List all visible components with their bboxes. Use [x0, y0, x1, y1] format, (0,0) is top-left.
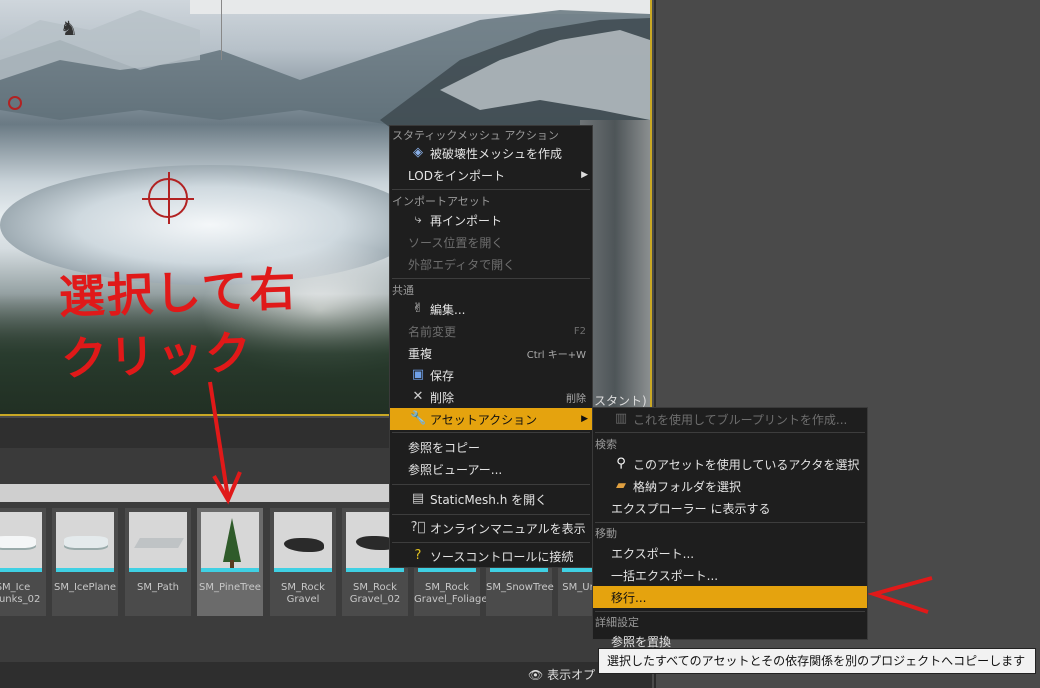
asset-thumbnail: [129, 512, 187, 568]
menu-item-online-manual[interactable]: ?⃝ オンラインマニュアルを表示: [390, 517, 592, 539]
asset-label: SM_Path: [137, 582, 179, 593]
divider: [392, 542, 590, 543]
asset-thumbnail: [201, 512, 259, 568]
asset-actions-submenu[interactable]: ▥ これを使用してブループリントを作成... 検索 ⚲ このアセットを使用してい…: [592, 407, 868, 649]
asset-tile[interactable]: SM_Path: [125, 508, 191, 616]
menu-item-asset-actions[interactable]: 🔧 アセットアクション ▶: [390, 408, 592, 430]
search-icon: ⚲: [616, 456, 626, 471]
submenu-arrow-icon: ▶: [581, 170, 588, 180]
asset-tile[interactable]: SM_Ice Chunks_02: [0, 508, 46, 616]
menu-item-source-control[interactable]: ? ソースコントロールに接続: [390, 545, 592, 567]
menu-item-select-actors-using[interactable]: ⚲ このアセットを使用しているアクタを選択: [593, 453, 867, 475]
menu-item-reimport[interactable]: ⤷ 再インポート: [390, 209, 592, 231]
divider: [392, 432, 590, 433]
asset-thumbnail: [56, 512, 114, 568]
asset-type-bar: [274, 568, 332, 572]
divider: [595, 522, 865, 523]
menu-item-open-external-editor[interactable]: 外部エディタで開く: [390, 253, 592, 275]
menu-item-show-in-explorer[interactable]: エクスプローラー に表示する: [593, 497, 867, 519]
view-options-label: 表示オプ: [547, 668, 596, 682]
reimport-icon: ⤷: [414, 212, 422, 227]
asset-type-bar: [0, 568, 42, 572]
asset-type-bar: [418, 568, 476, 572]
menu-item-create-blueprint[interactable]: ▥ これを使用してブループリントを作成...: [593, 408, 867, 430]
menu-item-bulk-export[interactable]: 一括エクスポート...: [593, 564, 867, 586]
divider: [392, 514, 590, 515]
asset-label: SM_Ice Chunks_02: [0, 582, 41, 605]
migrate-tooltip: 選択したすべてのアセットとその依存関係を別のプロジェクトへコピーします: [598, 648, 1036, 674]
menu-item-migrate[interactable]: 移行...: [593, 586, 867, 608]
menu-item-copy-reference[interactable]: 参照をコピー: [390, 436, 592, 458]
divider: [392, 484, 590, 485]
help-icon: ?⃝: [410, 520, 426, 535]
actor-icon[interactable]: ♞: [60, 16, 82, 42]
red-arrow-down-icon: [208, 381, 242, 505]
delete-icon: ✕: [412, 389, 424, 404]
asset-label: SM_IcePlane: [53, 582, 116, 593]
menu-item-create-destructible[interactable]: ◈ 被破壊性メッシュを作成: [390, 142, 592, 164]
edit-icon: ✌: [412, 301, 424, 316]
handwritten-annotation: 選択して右クリック: [58, 261, 299, 387]
divider: [595, 432, 865, 433]
asset-type-bar: [201, 568, 259, 572]
asset-type-bar: [129, 568, 187, 572]
menu-item-export[interactable]: エクスポート...: [593, 542, 867, 564]
asset-type-bar: [56, 568, 114, 572]
save-icon: ▣: [411, 367, 425, 382]
section-header: 移動: [595, 527, 617, 540]
asset-thumbnail: [0, 512, 42, 568]
menu-item-edit[interactable]: ✌ 編集...: [390, 298, 592, 320]
submenu-arrow-icon: ▶: [581, 414, 588, 424]
blueprint-icon: ▥: [614, 411, 628, 426]
menu-item-rename[interactable]: 名前変更 F2: [390, 320, 592, 342]
asset-type-bar: [346, 568, 404, 572]
asset-label: SM_Rock Gravel: [281, 582, 325, 605]
section-header: 検索: [595, 438, 617, 451]
asset-tile-selected[interactable]: SM_PineTree: [197, 508, 263, 616]
menu-item-open-source-location[interactable]: ソース位置を開く: [390, 231, 592, 253]
open-source-icon: ▤: [411, 491, 425, 506]
menu-item-import-lod[interactable]: LODをインポート ▶: [390, 164, 592, 186]
menu-item-save[interactable]: ▣ 保存: [390, 364, 592, 386]
section-header: スタティックメッシュ アクション: [392, 129, 559, 142]
asset-type-bar: [562, 568, 592, 572]
menu-item-delete[interactable]: ✕ 削除 削除: [390, 386, 592, 408]
asset-tile[interactable]: SM_Rock Gravel: [270, 508, 336, 616]
menu-item-open-header[interactable]: ▤ StaticMesh.h を開く: [390, 488, 592, 510]
gizmo-line: [221, 0, 222, 60]
context-menu[interactable]: スタティックメッシュ アクション ◈ 被破壊性メッシュを作成 LODをインポート…: [389, 125, 593, 568]
destructible-mesh-icon: ◈: [413, 145, 423, 160]
asset-tile[interactable]: SM_IcePlane: [52, 508, 118, 616]
view-options-button[interactable]: 👁 表示オプ: [528, 666, 595, 683]
asset-type-bar: [490, 568, 548, 572]
target-gizmo-small[interactable]: [8, 96, 22, 110]
wrench-icon: 🔧: [410, 411, 427, 426]
section-header: インポートアセット: [392, 195, 491, 208]
source-control-icon: ?: [414, 548, 422, 563]
divider: [392, 189, 590, 190]
asset-label: SM_SnowTree: [486, 582, 554, 593]
divider: [392, 278, 590, 279]
eye-icon: 👁: [528, 668, 544, 682]
red-arrow-left-icon: [868, 576, 933, 614]
asset-thumbnail: [274, 512, 332, 568]
divider: [595, 611, 865, 612]
asset-label: SM_Ur: [562, 582, 594, 593]
asset-label: SM_Rock Gravel_Foliage: [414, 582, 488, 605]
section-header: 共通: [392, 284, 414, 297]
section-header: 詳細設定: [595, 616, 639, 629]
asset-label: SM_PineTree: [199, 582, 261, 593]
menu-item-duplicate[interactable]: 重複 Ctrl キー+W: [390, 342, 592, 364]
folder-icon: ▰: [616, 478, 626, 493]
target-gizmo[interactable]: [142, 172, 194, 224]
asset-label: SM_Rock Gravel_02: [349, 582, 401, 605]
menu-item-reference-viewer[interactable]: 参照ビューアー...: [390, 458, 592, 480]
menu-item-browse-folder[interactable]: ▰ 格納フォルダを選択: [593, 475, 867, 497]
